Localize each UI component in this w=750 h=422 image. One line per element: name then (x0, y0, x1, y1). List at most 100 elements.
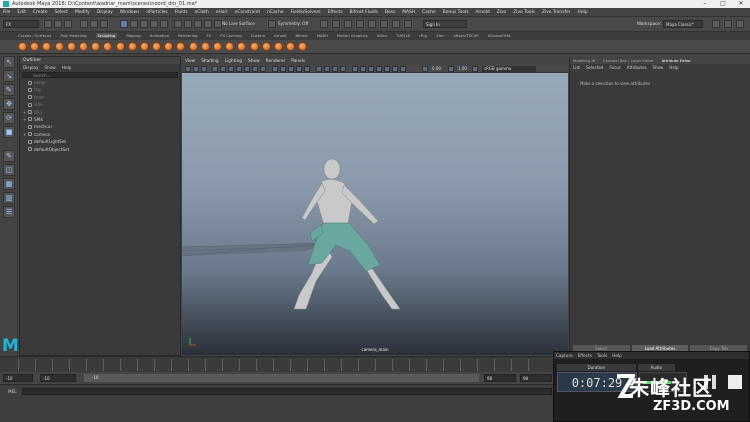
attr-menu-focus[interactable]: Focus (609, 65, 620, 70)
menu-nconstraint[interactable]: nConstraint (235, 10, 261, 15)
menu-bonus-tools[interactable]: Bonus Tools (443, 10, 469, 15)
outliner-item[interactable]: front (20, 94, 180, 101)
outliner-menu-show[interactable]: Show (44, 65, 55, 70)
menu-arnold[interactable]: Arnold (476, 10, 490, 15)
viewport-menu-view[interactable]: View (185, 59, 195, 64)
shelf-tab-poly-modeling[interactable]: Poly Modeling (60, 33, 86, 38)
outliner-menu-display[interactable]: Display (23, 65, 38, 70)
shelf-tab-mash[interactable]: MASH (317, 33, 328, 38)
select-component-icon[interactable] (100, 20, 108, 28)
outliner-item[interactable]: defaultLightSet (20, 138, 180, 145)
backface-icon[interactable] (384, 66, 390, 72)
sculpt-brush-icon[interactable] (54, 42, 64, 51)
capture-menu-tools[interactable]: Tools (597, 353, 607, 358)
menu-boss[interactable]: Boss (385, 10, 395, 15)
xray-components-icon[interactable] (376, 66, 382, 72)
sculpt-icon[interactable] (332, 20, 340, 28)
shelf-tab-fx-caching[interactable]: FX Caching (220, 33, 241, 38)
last-tool-icon[interactable]: ✎ (3, 150, 15, 162)
shelf-tab-rendering[interactable]: Rendering (178, 33, 197, 38)
symmetry-label[interactable]: Symmetry: Off (278, 20, 308, 28)
shelf-tab-xfen[interactable]: Xfen (436, 33, 445, 38)
sculpt-brush-icon[interactable] (66, 42, 76, 51)
snap-together-icon[interactable] (344, 20, 352, 28)
sculpt-brush-icon[interactable] (164, 42, 174, 51)
shelf-tab-xgenaroha[interactable]: XGenarOHA (488, 33, 511, 38)
menu-set-dropdown[interactable]: FX (3, 20, 39, 28)
attr-menu-selected[interactable]: Selected (586, 65, 603, 70)
film-gate-icon[interactable] (220, 66, 226, 72)
gamma-value[interactable]: 1.00 (458, 66, 467, 71)
menu-nhair[interactable]: nHair (216, 10, 228, 15)
capture-menu-help[interactable]: Help (612, 353, 622, 358)
settings-icon[interactable] (404, 20, 412, 28)
shelf-tab-arnold[interactable]: Arnold (274, 33, 286, 38)
sculpt-brush-icon[interactable] (225, 42, 235, 51)
shelf-tab-custom[interactable]: Custom (251, 33, 266, 38)
render-settings-icon[interactable] (204, 20, 212, 28)
end-time-field[interactable]: 98 (520, 374, 552, 382)
move-tool-icon[interactable]: ✥ (3, 98, 15, 110)
scale-tool-icon[interactable]: ■ (3, 126, 15, 138)
hypershade-icon[interactable] (214, 20, 222, 28)
snap-curve-icon[interactable] (130, 20, 138, 28)
smooth-shade-icon[interactable] (280, 66, 286, 72)
menu-zivo-transfer[interactable]: Zivo Transfer (542, 10, 571, 15)
menu-effects[interactable]: Effects (328, 10, 343, 15)
expand-icon[interactable]: + (23, 131, 26, 138)
viewport-menu-renderer[interactable]: Renderer (266, 59, 286, 64)
field-chart-icon[interactable] (244, 66, 250, 72)
outliner-item[interactable]: meshcur (20, 123, 180, 130)
grid-toggle-icon[interactable] (212, 66, 218, 72)
menu-windows[interactable]: Windows (120, 10, 140, 15)
outliner-item[interactable]: top (20, 86, 180, 93)
select-object-icon[interactable] (90, 20, 98, 28)
xray-icon[interactable] (360, 66, 366, 72)
sculpt-brush-icon[interactable] (115, 42, 125, 51)
outliner-item[interactable]: defaultObjectSet (20, 146, 180, 153)
attr-tab-modeling-ik[interactable]: Modeling IK (573, 58, 595, 63)
outliner-item[interactable]: side (20, 101, 180, 108)
shelf-tab-bifrost[interactable]: Bifrost (295, 33, 307, 38)
sculpt-brush-icon[interactable] (249, 42, 259, 51)
render-icon[interactable] (184, 20, 192, 28)
shelf-tab-xrays-tscvr[interactable]: xRays/TSCVR (454, 33, 479, 38)
soft-select-icon[interactable] (320, 20, 328, 28)
select-tool-icon[interactable]: ↖ (3, 56, 15, 68)
layout-icon[interactable] (380, 20, 388, 28)
xray-joints-icon[interactable] (368, 66, 374, 72)
close-button[interactable]: ✕ (732, 0, 750, 8)
snap-point-icon[interactable] (140, 20, 148, 28)
make-live-icon[interactable] (356, 20, 364, 28)
outliner-search-input[interactable]: Search... (22, 72, 178, 78)
outliner-item[interactable]: persp (20, 79, 180, 86)
ambient-occlusion-icon[interactable] (316, 66, 322, 72)
exposure-value[interactable]: 0.00 (432, 66, 441, 71)
sculpt-brush-icon[interactable] (298, 42, 308, 51)
motion-blur-icon[interactable] (324, 66, 330, 72)
viewport-menu-lighting[interactable]: Lighting (225, 59, 242, 64)
shelf-tab-animation[interactable]: Animation (150, 33, 169, 38)
attr-menu-attributes[interactable]: Attributes (627, 65, 647, 70)
sculpt-brush-icon[interactable] (103, 42, 113, 51)
safe-title-icon[interactable] (260, 66, 266, 72)
sculpt-brush-icon[interactable] (273, 42, 283, 51)
sculpt-brush-icon[interactable] (152, 42, 162, 51)
save-scene-icon[interactable] (64, 20, 72, 28)
toggle-panel-icon[interactable] (368, 20, 376, 28)
menu-zivo[interactable]: Zivo (497, 10, 507, 15)
snap-view-icon[interactable] (150, 20, 158, 28)
capture-menu-effects[interactable]: Effects (578, 353, 592, 358)
sign-in-dropdown[interactable]: Sign In (423, 20, 467, 28)
outliner-item[interactable]: + camera (20, 131, 180, 138)
texture-icon[interactable] (392, 66, 398, 72)
mel-label[interactable]: MEL (8, 389, 17, 394)
paint-select-icon[interactable]: ✎ (3, 84, 15, 96)
snap-surface-icon[interactable] (160, 20, 168, 28)
shelf-tab-rigging[interactable]: Rigging (126, 33, 140, 38)
attr-tab-channel-box-layer-editor[interactable]: Channel Box / Layer Editor (603, 58, 654, 63)
shelf-tab-sculpting[interactable]: Sculpting (95, 33, 118, 38)
anim-start-field[interactable]: -10 (40, 374, 76, 382)
new-scene-icon[interactable] (44, 20, 52, 28)
sculpt-brush-icon[interactable] (261, 42, 271, 51)
